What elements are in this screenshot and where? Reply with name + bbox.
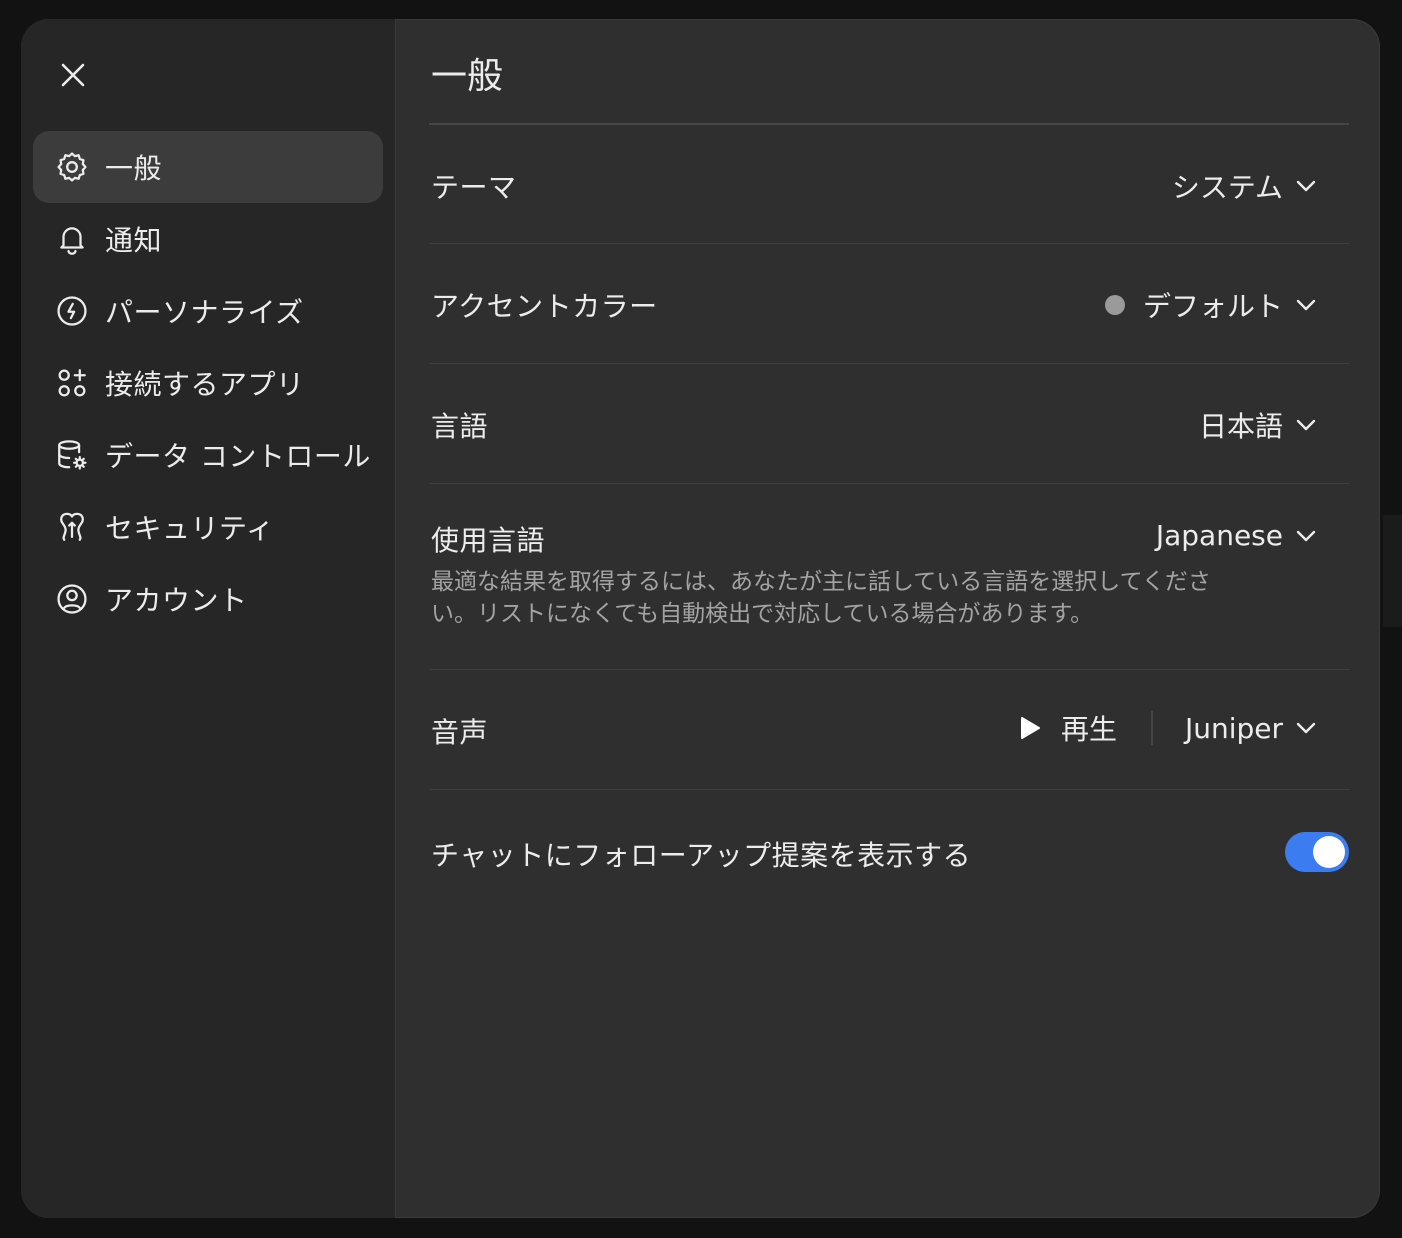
settings-nav: 一般 通知 パーソナライズ 接続するアプリ データ コントロール セキュリティ … [33,131,383,635]
account-icon [55,582,89,616]
play-voice-label: 再生 [1060,713,1117,746]
accent-color-value: デフォルト [1142,290,1283,323]
sidebar-item-data-controls[interactable]: データ コントロール [33,419,383,491]
sidebar-item-account[interactable]: アカウント [33,563,383,635]
spoken-language-row: 使用言語 Japanese 最適な結果を取得するには、あなたが主に話している言語… [429,484,1349,670]
chevron-down-icon [1293,173,1319,199]
voice-dropdown[interactable]: Juniper [1185,712,1319,745]
sidebar-item-label: データ コントロール [105,440,371,473]
sidebar-item-label: 通知 [105,224,163,257]
accent-color-swatch [1104,295,1125,315]
apps-icon [55,366,89,400]
theme-dropdown[interactable]: システム [1172,166,1319,206]
bell-icon [55,222,89,256]
sidebar-item-label: パーソナライズ [105,296,304,329]
language-row: 言語 日本語 [429,364,1349,484]
sidebar-item-personalize[interactable]: パーソナライズ [33,275,383,347]
accent-color-dropdown[interactable]: デフォルト [1104,285,1319,325]
play-voice-button[interactable]: 再生 [1017,708,1117,748]
gear-icon [55,150,89,184]
voice-row: 音声 再生 Juniper [429,670,1349,790]
voice-divider [1150,711,1153,745]
language-dropdown[interactable]: 日本語 [1199,405,1319,445]
play-icon [1017,715,1043,741]
sidebar-item-label: 接続するアプリ [105,368,305,401]
settings-main: 一般 テーマ システム アクセントカラー デフォルト 言語 日本語 使用言語 J… [429,19,1349,1218]
spoken-language-value: Japanese [1155,519,1283,552]
personalize-icon [55,294,89,328]
sidebar-item-notifications[interactable]: 通知 [33,203,383,275]
spoken-language-help: 最適な結果を取得するには、あなたが主に話している言語を選択してください。リストに… [431,569,1211,627]
chevron-down-icon [1293,292,1319,318]
settings-sidebar: 一般 通知 パーソナライズ 接続するアプリ データ コントロール セキュリティ … [21,19,396,1218]
theme-value: システム [1171,171,1283,204]
chevron-down-icon [1293,715,1319,741]
sidebar-item-connected-apps[interactable]: 接続するアプリ [33,347,383,419]
theme-label: テーマ [431,171,517,204]
sidebar-item-security[interactable]: セキュリティ [33,491,383,563]
spoken-language-dropdown[interactable]: Japanese [1156,519,1319,552]
language-label: 言語 [431,410,489,443]
voice-controls: 再生 Juniper [1017,708,1319,748]
followup-toggle[interactable] [1285,832,1349,872]
chevron-down-icon [1293,523,1319,549]
settings-dialog: 一般 通知 パーソナライズ 接続するアプリ データ コントロール セキュリティ … [21,19,1380,1218]
sidebar-item-general[interactable]: 一般 [33,131,383,203]
chevron-down-icon [1293,412,1319,438]
accent-color-label: アクセントカラー [431,290,658,323]
data-control-icon [55,438,89,472]
close-button[interactable] [51,53,95,97]
sidebar-item-label: アカウント [105,584,248,617]
sidebar-item-label: セキュリティ [105,512,275,545]
backdrop-panel-edge [1383,515,1402,627]
language-value: 日本語 [1198,410,1283,443]
security-icon [55,510,89,544]
followup-row: チャットにフォローアップ提案を表示する [429,790,1349,914]
voice-value: Juniper [1184,711,1283,745]
sidebar-item-label: 一般 [105,152,163,185]
accent-color-row: アクセントカラー デフォルト [429,244,1349,364]
toggle-knob [1313,836,1345,868]
voice-label: 音声 [431,716,489,749]
close-icon [61,63,85,87]
spoken-language-label: 使用言語 [431,524,546,557]
followup-label: チャットにフォローアップ提案を表示する [431,839,972,872]
theme-row: テーマ システム [429,125,1349,244]
page-title: 一般 [431,56,504,97]
